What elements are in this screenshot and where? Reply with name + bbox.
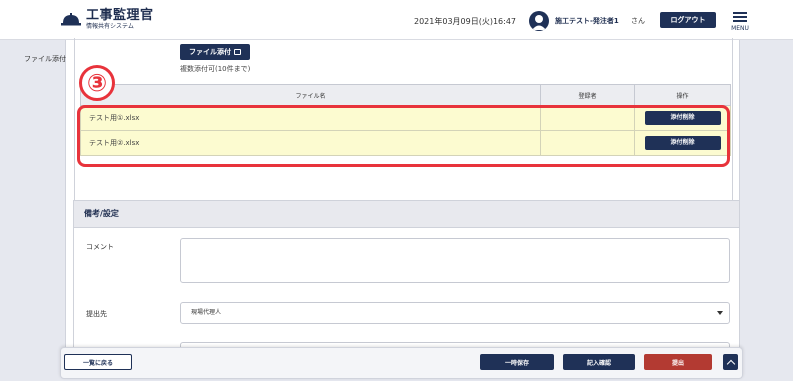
- back-to-list-button[interactable]: 一覧に戻る: [64, 354, 132, 370]
- comment-textarea[interactable]: [180, 238, 730, 283]
- hamburger-icon: [729, 12, 751, 22]
- annotation-highlight-box: [77, 105, 730, 167]
- window-icon: [234, 49, 241, 55]
- column-header-registrant: 登録者: [540, 84, 635, 106]
- destination-selected-value: 現場代理人: [191, 309, 222, 316]
- chevron-down-icon: [717, 311, 723, 315]
- current-datetime: 2021年03月09日(火)16:47: [414, 17, 517, 26]
- logo-helmet-icon: [60, 12, 82, 28]
- scroll-to-top-button[interactable]: [723, 354, 738, 370]
- attach-file-button[interactable]: ファイル添付: [180, 44, 250, 60]
- logo-subtitle: 情報共有システム: [86, 23, 134, 30]
- attach-button-label: ファイル添付: [189, 48, 231, 56]
- comment-label: コメント: [86, 243, 114, 251]
- user-name: 施工テスト-発注者1: [555, 17, 619, 25]
- temporary-save-button[interactable]: 一時保存: [480, 354, 554, 370]
- destination-label: 提出先: [86, 310, 107, 318]
- destination-select[interactable]: 現場代理人: [180, 302, 730, 324]
- logout-button[interactable]: ログアウト: [660, 12, 716, 28]
- step-number-badge: ③: [79, 65, 115, 101]
- app-header: 工事監理官 情報共有システム 2021年03月09日(火)16:47 施工テスト…: [0, 0, 793, 40]
- user-honorific: さん: [631, 17, 645, 25]
- logo-title: 工事監理官: [86, 8, 154, 23]
- chevron-up-icon: [726, 359, 735, 368]
- app-logo[interactable]: 工事監理官 情報共有システム: [60, 9, 154, 31]
- menu-label: MENU: [731, 25, 749, 32]
- table-header-row: ファイル名 登録者 操作: [80, 84, 731, 106]
- confirm-entry-button[interactable]: 記入確認: [563, 354, 635, 370]
- notes-section-title: 備考/設定: [73, 200, 740, 228]
- attachment-label: ファイル添付: [24, 55, 66, 63]
- menu-button[interactable]: MENU: [729, 10, 751, 36]
- submit-button[interactable]: 提出: [644, 354, 712, 370]
- user-avatar-icon[interactable]: [529, 11, 549, 31]
- column-header-filename: ファイル名: [80, 84, 541, 106]
- attachment-note: 複数添付可(10件まで): [180, 65, 251, 73]
- column-header-action: 操作: [634, 84, 731, 106]
- bottom-action-bar: [60, 347, 743, 379]
